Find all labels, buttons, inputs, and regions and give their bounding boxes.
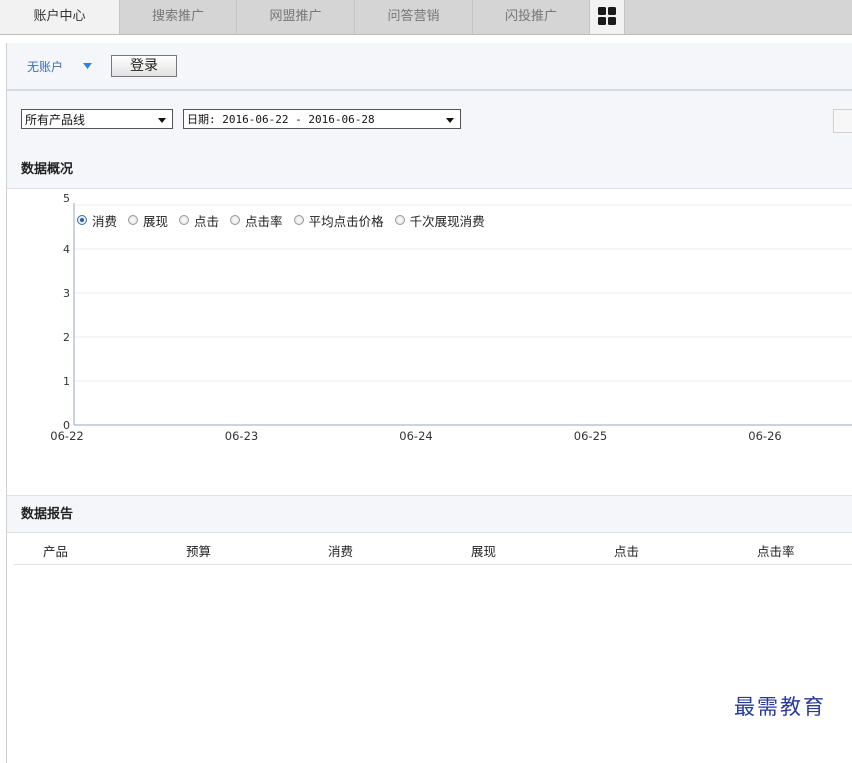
metric-label: 消费	[92, 213, 118, 229]
grid-icon	[598, 7, 616, 25]
dropdown-arrow-icon	[446, 118, 454, 123]
tab-qa-marketing[interactable]: 问答营销	[355, 0, 473, 34]
date-range-select[interactable]: 日期: 2016-06-22 - 2016-06-28	[183, 109, 461, 129]
table-column-header: 点击	[614, 544, 640, 559]
account-selector[interactable]: 无账户	[27, 58, 63, 75]
apps-grid-button[interactable]	[590, 0, 625, 34]
x-tick-label: 06-22	[50, 429, 83, 443]
metric-radio-option[interactable]: 点击	[179, 211, 219, 230]
side-action-button[interactable]	[833, 109, 852, 133]
metric-radio-option[interactable]: 千次展现消费	[394, 211, 485, 230]
dropdown-arrow-icon	[158, 118, 166, 123]
y-tick-label: 1	[63, 375, 70, 388]
radio-button[interactable]	[293, 215, 304, 225]
metric-radio-option[interactable]: 消费	[77, 211, 117, 230]
radio-button[interactable]	[77, 215, 87, 225]
radio-button[interactable]	[128, 215, 139, 225]
report-section-title: 数据报告	[7, 495, 852, 533]
tab-account-center[interactable]: 账户中心	[0, 0, 120, 34]
overview-section-title: 数据概况	[7, 151, 852, 189]
y-tick-label: 5	[63, 192, 70, 205]
radio-button[interactable]	[179, 215, 190, 225]
metric-label: 点击率	[245, 213, 283, 229]
tab-search-promotion[interactable]: 搜索推广	[120, 0, 237, 34]
metric-radio-option[interactable]: 展现	[128, 211, 168, 230]
y-tick-label: 3	[63, 287, 70, 300]
top-nav: 账户中心 搜索推广 网盟推广 问答营销 闪投推广	[0, 0, 852, 35]
y-tick-label: 4	[63, 243, 70, 256]
main-frame: 无账户 登录 所有产品线 日期: 2016-06-22 - 2016-06-28…	[6, 43, 852, 763]
x-tick-label: 06-26	[748, 429, 781, 443]
metric-radio-group: 消费 展现 点击 点击率 平均点击价格 千次展现消费	[77, 211, 496, 229]
date-range-value: 日期: 2016-06-22 - 2016-06-28	[187, 113, 375, 126]
tab-network-promotion[interactable]: 网盟推广	[237, 0, 355, 34]
metric-label: 平均点击价格	[308, 213, 384, 229]
table-column-header: 消费	[328, 544, 354, 559]
report-table-header: 产品 预算 消费 展现 点击 点击率	[14, 534, 852, 565]
caret-down-icon[interactable]	[83, 63, 92, 69]
table-column-header: 预算	[186, 544, 212, 559]
watermark-text: 最需教育	[734, 695, 826, 719]
x-tick-label: 06-23	[225, 429, 258, 443]
tab-flash-promotion[interactable]: 闪投推广	[473, 0, 590, 34]
product-line-select[interactable]: 所有产品线	[21, 109, 173, 129]
account-bar: 无账户 登录	[7, 43, 852, 91]
x-tick-label: 06-25	[574, 429, 607, 443]
radio-button[interactable]	[394, 215, 405, 225]
x-tick-label: 06-24	[399, 429, 432, 443]
y-tick-label: 2	[63, 331, 70, 344]
product-line-value: 所有产品线	[25, 113, 86, 127]
metric-label: 点击	[194, 213, 220, 229]
metric-label: 千次展现消费	[409, 213, 485, 229]
metric-radio-option[interactable]: 平均点击价格	[293, 211, 384, 230]
overview-chart: 01234506-22 06-23 06-24 06-25 06-26	[50, 192, 852, 443]
table-column-header: 点击率	[757, 544, 795, 559]
radio-button[interactable]	[230, 215, 241, 225]
table-column-header: 展现	[471, 544, 497, 559]
table-column-header: 产品	[43, 544, 69, 559]
filter-bar: 所有产品线 日期: 2016-06-22 - 2016-06-28	[7, 91, 852, 152]
metric-label: 展现	[143, 213, 169, 229]
login-button[interactable]: 登录	[111, 55, 177, 77]
metric-radio-option[interactable]: 点击率	[230, 211, 283, 230]
